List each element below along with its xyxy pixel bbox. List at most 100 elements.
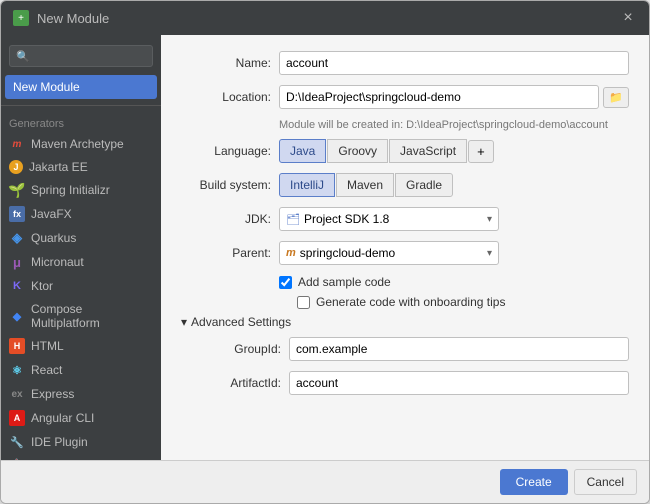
name-row: Name: (181, 51, 629, 75)
language-button-group: Java Groovy JavaScript + (279, 139, 494, 163)
artifactid-input[interactable] (289, 371, 629, 395)
sidebar-item-express[interactable]: ex Express (1, 382, 161, 406)
sidebar-item-label: Maven Archetype (31, 137, 124, 151)
advanced-chevron-icon: ▾ (181, 315, 187, 329)
main-content: 🔍 New Module Generators m Maven Archetyp… (1, 35, 649, 460)
jdk-icon: 🗂 (286, 213, 300, 226)
sidebar-item-compose-multiplatform[interactable]: ◆ Compose Multiplatform (1, 298, 161, 334)
location-row: Location: 📁 (181, 85, 629, 109)
maven-icon: m (9, 136, 25, 152)
sidebar-item-angular-cli[interactable]: A Angular CLI (1, 406, 161, 430)
footer: Create Cancel (1, 460, 649, 503)
express-icon: ex (9, 386, 25, 402)
parent-label: Parent: (181, 246, 271, 260)
angular-icon: A (9, 410, 25, 426)
search-icon: 🔍 (16, 50, 30, 63)
language-add-button[interactable]: + (468, 140, 494, 163)
advanced-content: GroupId: ArtifactId: (181, 337, 629, 395)
ide-plugin-icon: 🔧 (9, 434, 25, 450)
compose-icon: ◆ (9, 308, 25, 324)
parent-row: Parent: m springcloud-demo ▾ (181, 241, 629, 265)
groupid-label: GroupId: (191, 342, 281, 356)
sidebar-item-maven-archetype[interactable]: m Maven Archetype (1, 132, 161, 156)
build-system-row: Build system: IntelliJ Maven Gradle (181, 173, 629, 197)
language-label: Language: (181, 144, 271, 158)
ktor-icon: K (9, 278, 25, 294)
sidebar-item-label: Jakarta EE (29, 160, 88, 174)
sidebar-item-javafx[interactable]: fx JavaFX (1, 202, 161, 226)
advanced-label: Advanced Settings (191, 315, 291, 329)
close-button[interactable]: × (619, 9, 637, 27)
parent-dropdown-arrow: ▾ (487, 248, 492, 259)
react-icon: ⚛ (9, 362, 25, 378)
sidebar-item-label: Compose Multiplatform (31, 302, 153, 330)
jdk-label: JDK: (181, 212, 271, 226)
sidebar-item-label: IDE Plugin (31, 435, 88, 449)
language-java-button[interactable]: Java (279, 139, 326, 163)
generate-tips-checkbox[interactable] (297, 296, 310, 309)
dialog-title: New Module (37, 11, 109, 26)
sidebar-item-label: Quarkus (31, 231, 76, 245)
sidebar-item-label: Spring Initializr (31, 183, 110, 197)
new-module-dialog: + New Module × 🔍 New Module Generators m… (0, 0, 650, 504)
sidebar-item-label: Express (31, 387, 74, 401)
micronaut-icon: μ (9, 254, 25, 270)
build-system-button-group: IntelliJ Maven Gradle (279, 173, 453, 197)
javafx-icon: fx (9, 206, 25, 222)
jdk-value: Project SDK 1.8 (304, 212, 487, 226)
html-icon: H (9, 338, 25, 354)
language-javascript-button[interactable]: JavaScript (389, 139, 467, 163)
browse-button[interactable]: 📁 (603, 87, 629, 108)
sidebar-item-spring-initializr[interactable]: 🌱 Spring Initializr (1, 178, 161, 202)
jakarta-icon: J (9, 160, 23, 174)
build-maven-button[interactable]: Maven (336, 173, 394, 197)
jdk-dropdown-arrow: ▾ (487, 214, 492, 225)
generate-tips-label: Generate code with onboarding tips (316, 295, 505, 309)
sidebar-item-ide-plugin[interactable]: 🔧 IDE Plugin (1, 430, 161, 454)
sidebar-item-label: Ktor (31, 279, 53, 293)
search-input[interactable] (34, 49, 146, 63)
sidebar-item-react[interactable]: ⚛ React (1, 358, 161, 382)
language-row: Language: Java Groovy JavaScript + (181, 139, 629, 163)
title-bar: + New Module × (1, 1, 649, 35)
parent-icon: m (286, 247, 296, 259)
dialog-icon: + (13, 10, 29, 26)
create-button[interactable]: Create (500, 469, 568, 495)
build-gradle-button[interactable]: Gradle (395, 173, 453, 197)
language-groovy-button[interactable]: Groovy (327, 139, 388, 163)
sidebar-item-label: React (31, 363, 62, 377)
sidebar-item-micronaut[interactable]: μ Micronaut (1, 250, 161, 274)
cancel-button[interactable]: Cancel (574, 469, 637, 495)
groupid-input[interactable] (289, 337, 629, 361)
jdk-row: JDK: 🗂 Project SDK 1.8 ▾ (181, 207, 629, 231)
location-hint: Module will be created in: D:\IdeaProjec… (279, 119, 629, 131)
new-module-button[interactable]: New Module (5, 75, 157, 99)
advanced-toggle[interactable]: ▾ Advanced Settings (181, 315, 629, 329)
groupid-row: GroupId: (191, 337, 629, 361)
build-system-label: Build system: (181, 178, 271, 192)
parent-value: springcloud-demo (300, 246, 487, 260)
name-input[interactable] (279, 51, 629, 75)
artifactid-row: ArtifactId: (191, 371, 629, 395)
sidebar-item-label: Micronaut (31, 255, 84, 269)
search-box[interactable]: 🔍 (9, 45, 153, 67)
jdk-select[interactable]: 🗂 Project SDK 1.8 ▾ (279, 207, 499, 231)
quarkus-icon: ◈ (9, 230, 25, 246)
add-sample-checkbox[interactable] (279, 276, 292, 289)
main-panel: Name: Location: 📁 Module will be created… (161, 35, 649, 460)
generate-tips-row: Generate code with onboarding tips (279, 295, 629, 309)
sidebar-item-jakarta-ee[interactable]: J Jakarta EE (1, 156, 161, 178)
sidebar-item-quarkus[interactable]: ◈ Quarkus (1, 226, 161, 250)
parent-select[interactable]: m springcloud-demo ▾ (279, 241, 499, 265)
advanced-section: ▾ Advanced Settings GroupId: ArtifactId: (181, 315, 629, 395)
sidebar-item-html[interactable]: H HTML (1, 334, 161, 358)
artifactid-label: ArtifactId: (191, 376, 281, 390)
generators-label: Generators (1, 110, 161, 132)
build-intellij-button[interactable]: IntelliJ (279, 173, 335, 197)
location-input[interactable] (279, 85, 599, 109)
sidebar-item-label: Angular CLI (31, 411, 94, 425)
folder-icon: 📁 (609, 92, 623, 104)
add-sample-row: Add sample code (279, 275, 629, 289)
add-sample-label: Add sample code (298, 275, 391, 289)
sidebar-item-ktor[interactable]: K Ktor (1, 274, 161, 298)
